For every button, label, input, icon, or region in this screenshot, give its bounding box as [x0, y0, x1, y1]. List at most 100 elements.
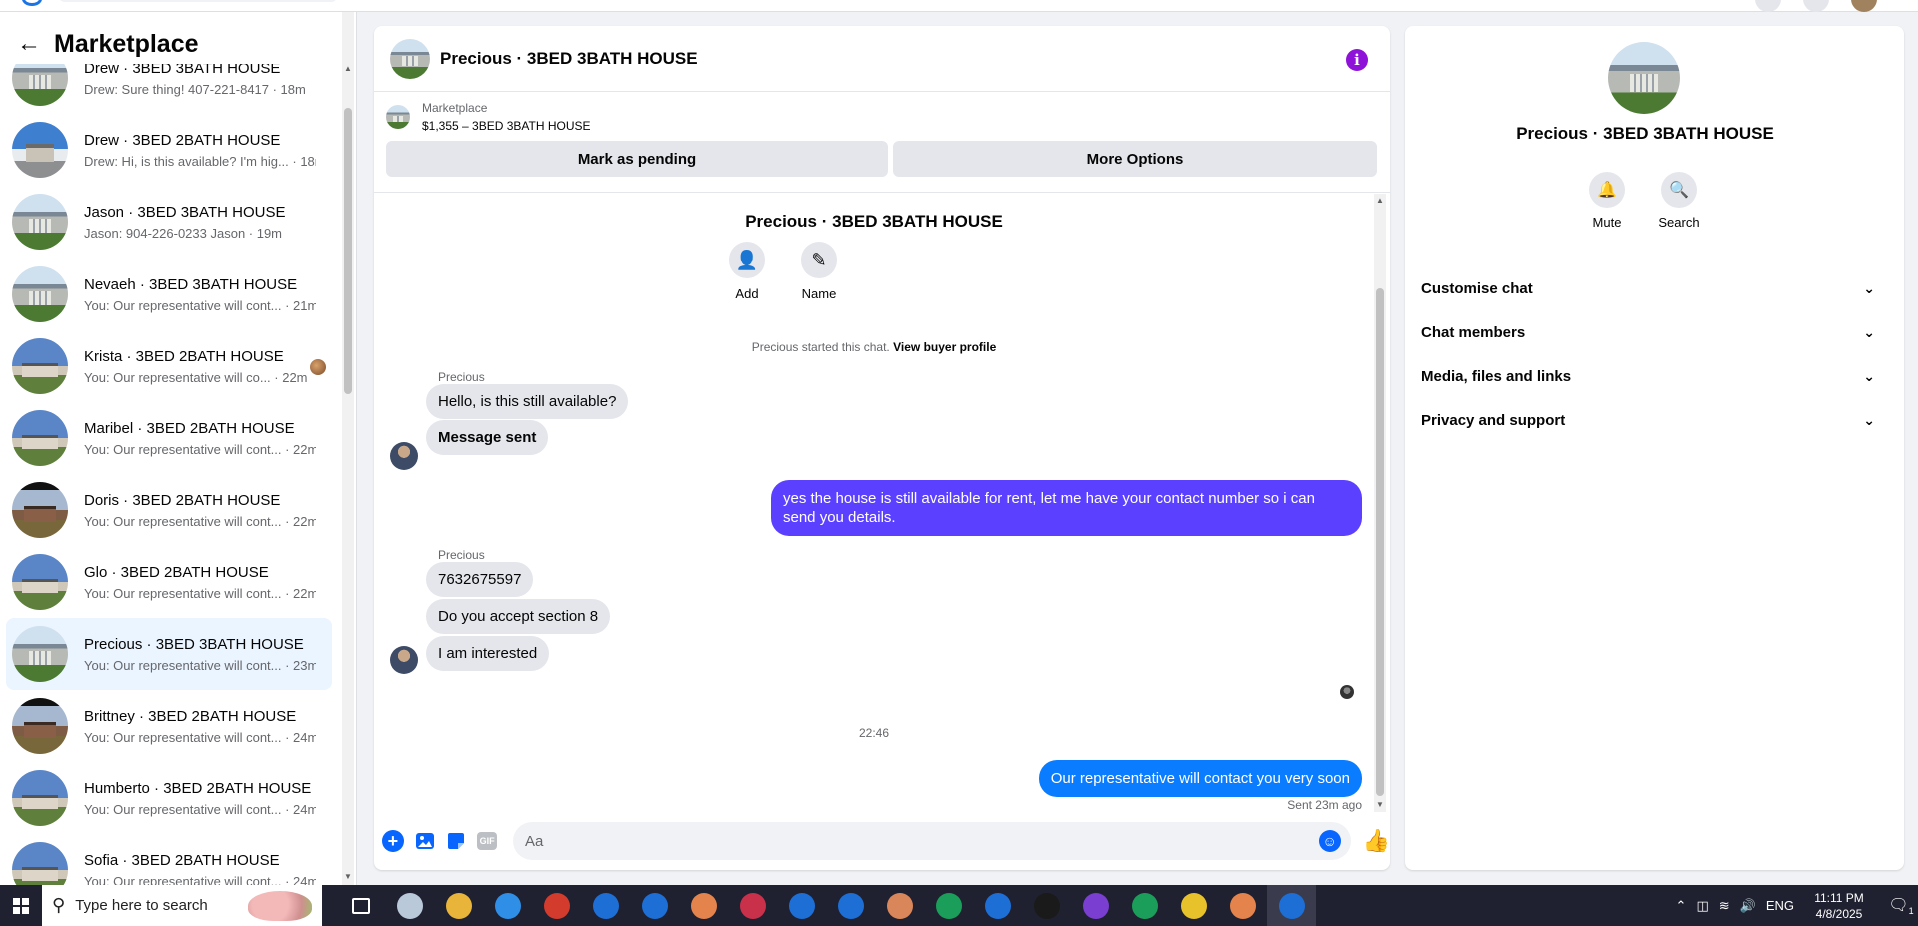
taskbar-app-icon[interactable] [777, 885, 826, 926]
taskbar-search[interactable]: ⚲ Type here to search [42, 885, 322, 926]
incoming-message[interactable]: I am interested [426, 636, 550, 671]
message-input[interactable] [524, 832, 1305, 850]
taskbar-app-icon[interactable] [630, 885, 679, 926]
sidebar-scrollbar[interactable]: ▲ ▼ [342, 12, 354, 885]
section-chat-members[interactable]: Chat members ⌄ [1413, 312, 1883, 352]
task-view-icon[interactable] [336, 885, 385, 926]
start-button[interactable] [0, 885, 42, 926]
conversation-item[interactable]: Glo · 3BED 2BATH HOUSE You: Our represent… [6, 546, 332, 618]
conversation-item[interactable]: Jason · 3BED 3BATH HOUSE Jason: 904-226-0… [6, 186, 332, 258]
facebook-logo-icon[interactable] [22, 0, 42, 6]
conversation-item[interactable]: Sofia · 3BED 2BATH HOUSE You: Our represe… [6, 834, 332, 885]
started-text: Precious started this chat. [751, 340, 890, 354]
taskbar-app-icon[interactable] [826, 885, 875, 926]
app-glyph-icon [788, 892, 815, 919]
incoming-message[interactable]: Hello, is this still available? [426, 384, 629, 419]
taskbar-app-icon[interactable] [679, 885, 728, 926]
volume-icon[interactable]: 🔊 [1740, 898, 1756, 914]
taskbar-app-icon[interactable] [581, 885, 630, 926]
taskbar-app-icon[interactable] [973, 885, 1022, 926]
conversation-item[interactable]: Doris · 3BED 2BATH HOUSE You: Our represe… [6, 474, 332, 546]
taskbar-app-icon[interactable] [1071, 885, 1120, 926]
outgoing-message[interactable]: Our representative will contact you very… [1038, 760, 1362, 797]
conversation-item[interactable]: Nevaeh · 3BED 3BATH HOUSE You: Our repres… [6, 258, 332, 330]
section-customise-chat[interactable]: Customise chat ⌄ [1413, 268, 1883, 308]
app-glyph-icon [494, 892, 521, 919]
conversation-name: Nevaeh · 3BED 3BATH HOUSE [84, 275, 298, 293]
section-media-files-links[interactable]: Media, files and links ⌄ [1413, 356, 1883, 396]
menu-icon[interactable] [1755, 0, 1781, 12]
mark-as-pending-button[interactable]: Mark as pending [386, 141, 888, 177]
taskbar-app-icon[interactable] [1267, 885, 1316, 926]
view-buyer-profile-link[interactable]: View buyer profile [893, 340, 996, 354]
profile-avatar[interactable] [1851, 0, 1877, 12]
taskbar-app-icon[interactable] [532, 885, 581, 926]
photo-icon[interactable] [414, 830, 436, 852]
chat-title[interactable]: Precious · 3BED 3BATH HOUSE [440, 49, 698, 69]
scroll-up-arrow-icon[interactable]: ▲ [344, 64, 352, 73]
thread-scrollbar[interactable]: ▲ ▼ [1374, 194, 1386, 812]
chat-avatar[interactable] [390, 38, 430, 79]
taskbar-app-icon[interactable] [728, 885, 777, 926]
conversation-item[interactable]: Krista · 3BED 2BATH HOUSE You: Our repres… [6, 330, 332, 402]
incoming-message[interactable]: Do you accept section 8 [426, 599, 611, 634]
conversation-item[interactable]: Brittney · 3BED 2BATH HOUSE You: Our repr… [6, 690, 332, 762]
meet-now-icon[interactable]: ◫ [1696, 898, 1708, 914]
back-arrow-icon[interactable]: ← [14, 29, 44, 59]
network-icon[interactable]: ≋ [1719, 898, 1730, 914]
scroll-down-arrow-icon[interactable]: ▼ [1376, 800, 1384, 809]
listing-price[interactable]: $1,355 – 3BED 3BATH HOUSE [422, 119, 591, 133]
chevron-up-icon[interactable]: ⌃ [1676, 898, 1687, 914]
taskbar-app-icon[interactable] [434, 885, 483, 926]
sender-avatar[interactable] [390, 646, 418, 674]
taskbar-app-icon[interactable] [1120, 885, 1169, 926]
conversation-name: Drew · 3BED 2BATH HOUSE [84, 131, 281, 149]
gif-icon[interactable]: GIF [477, 832, 497, 850]
incoming-message[interactable]: 7632675597 [426, 562, 534, 597]
add-label: Add [735, 286, 759, 301]
sticker-icon[interactable] [445, 830, 467, 852]
conversation-name: Brittney · 3BED 2BATH HOUSE [84, 707, 297, 725]
bell-icon: 🔔 [1589, 172, 1625, 208]
scroll-down-arrow-icon[interactable]: ▼ [344, 872, 352, 881]
taskbar-app-icon[interactable] [875, 885, 924, 926]
taskbar-app-icon[interactable] [483, 885, 532, 926]
taskbar-app-icon[interactable] [1218, 885, 1267, 926]
more-options-button[interactable]: More Options [893, 141, 1377, 177]
taskbar-apps [336, 885, 1316, 926]
sender-avatar[interactable] [390, 442, 418, 470]
incoming-message[interactable]: Message sent [426, 420, 549, 455]
section-privacy-support[interactable]: Privacy and support ⌄ [1413, 400, 1883, 440]
listing-thumbnail[interactable] [386, 105, 410, 129]
taskbar-app-icon[interactable] [1169, 885, 1218, 926]
conversation-item[interactable]: Drew · 3BED 2BATH HOUSE Drew: Hi, is this… [6, 114, 332, 186]
conversation-item[interactable]: Humberto · 3BED 2BATH HOUSE You: Our repr… [6, 762, 332, 834]
conversation-item[interactable]: Maribel · 3BED 2BATH HOUSE You: Our repre… [6, 402, 332, 474]
thumbs-up-icon[interactable]: 👍 [1363, 828, 1390, 854]
conversation-item-active[interactable]: Precious · 3BED 3BATH HOUSE You: Our repr… [6, 618, 332, 690]
app-glyph-icon [1082, 892, 1109, 919]
contact-avatar[interactable] [1608, 42, 1680, 114]
taskbar-app-icon[interactable] [924, 885, 973, 926]
conversation-thumbnail [12, 482, 68, 538]
notifications-icon[interactable] [1803, 0, 1829, 12]
notification-center-icon[interactable]: 🗨1 [1884, 895, 1918, 916]
taskbar-clock[interactable]: 11:11 PM 4/8/2025 [1804, 890, 1874, 922]
mute-button[interactable]: 🔔 Mute [1572, 172, 1642, 230]
plus-icon[interactable]: + [382, 830, 404, 852]
marketplace-label: Marketplace [422, 101, 488, 115]
emoji-icon[interactable]: ☺ [1318, 830, 1341, 852]
thread-scroll-thumb[interactable] [1376, 288, 1384, 796]
top-search-bar[interactable] [58, 0, 338, 2]
outgoing-message[interactable]: yes the house is still available for ren… [771, 480, 1362, 536]
language-indicator[interactable]: ENG [1766, 898, 1794, 913]
taskbar-app-icon[interactable] [1022, 885, 1071, 926]
info-icon[interactable]: i [1346, 49, 1368, 71]
scroll-up-arrow-icon[interactable]: ▲ [1376, 196, 1384, 205]
sidebar-title: Marketplace [54, 29, 199, 58]
name-chat-button[interactable]: ✎ Name [789, 242, 849, 301]
sidebar-scroll-thumb[interactable] [344, 108, 352, 394]
add-member-button[interactable]: 👤 Add [717, 242, 777, 301]
search-button[interactable]: 🔍 Search [1644, 172, 1714, 230]
taskbar-app-icon[interactable] [385, 885, 434, 926]
